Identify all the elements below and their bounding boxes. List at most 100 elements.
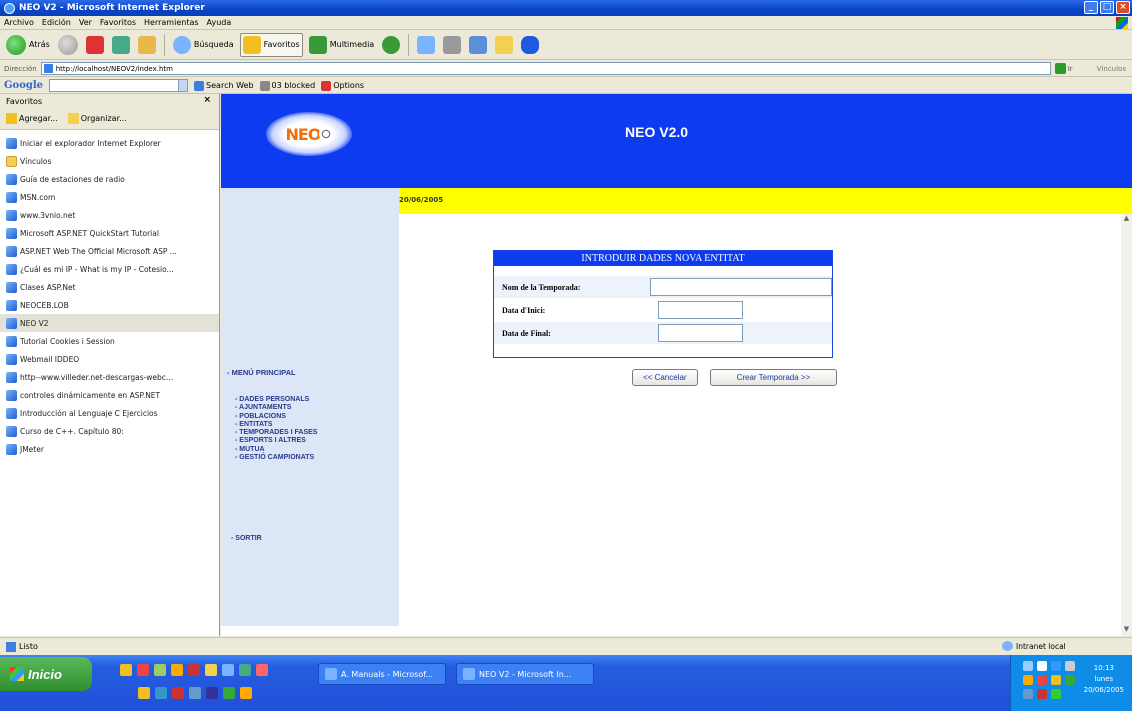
start-button[interactable]: Inicio bbox=[0, 657, 92, 691]
maximize-button[interactable]: □ bbox=[1100, 1, 1114, 14]
menu-ayuda[interactable]: Ayuda bbox=[207, 18, 232, 27]
favorite-item[interactable]: Tutorial Cookies i Session bbox=[0, 332, 219, 350]
quick-launch-icon[interactable] bbox=[205, 664, 217, 676]
favorite-item[interactable]: ASP.NET Web The Official Microsoft ASP .… bbox=[0, 242, 219, 260]
quick-launch-icon[interactable] bbox=[171, 664, 183, 676]
nav-entitats[interactable]: - ENTITATS bbox=[235, 421, 317, 429]
quick-launch-icon[interactable] bbox=[155, 687, 167, 699]
quick-launch-icon[interactable] bbox=[188, 664, 200, 676]
nav-sortir[interactable]: - SORTIR bbox=[231, 535, 262, 542]
nav-dades-personals[interactable]: - DADES PERSONALS bbox=[235, 396, 317, 404]
history-button[interactable] bbox=[380, 33, 402, 57]
favorite-item[interactable]: www.3vnio.net bbox=[0, 206, 219, 224]
quick-launch-icon[interactable] bbox=[189, 687, 201, 699]
organize-favorites-button[interactable]: Organizar... bbox=[67, 113, 127, 124]
nav-main-menu[interactable]: - MENÚ PRINCIPAL bbox=[227, 368, 296, 377]
menu-archivo[interactable]: Archivo bbox=[4, 18, 34, 27]
quick-launch-icon[interactable] bbox=[138, 687, 150, 699]
favorite-item[interactable]: JMeter bbox=[0, 440, 219, 458]
quick-launch-icon[interactable] bbox=[206, 687, 218, 699]
scroll-down-icon[interactable]: ▼ bbox=[1121, 625, 1132, 636]
quick-launch-icon[interactable] bbox=[120, 664, 132, 676]
tray-icon[interactable] bbox=[1023, 675, 1033, 685]
favorites-button[interactable]: Favoritos bbox=[239, 32, 303, 57]
favorite-item[interactable]: controles dinámicamente en ASP.NET bbox=[0, 386, 219, 404]
minimize-button[interactable]: _ bbox=[1084, 1, 1098, 14]
folder-button[interactable] bbox=[493, 33, 515, 57]
favorite-item[interactable]: Clases ASP.Net bbox=[0, 278, 219, 296]
popup-blocked-button[interactable]: 03 blocked bbox=[259, 80, 315, 91]
nav-gestio-campionats[interactable]: - GESTIÓ CAMPIONATS bbox=[235, 454, 317, 462]
favorite-item[interactable]: Microsoft ASP.NET QuickStart Tutorial bbox=[0, 224, 219, 242]
favorite-item[interactable]: http--www.villeder.net-descargas-webc... bbox=[0, 368, 219, 386]
favorite-item[interactable]: NEO V2 bbox=[0, 314, 219, 332]
page-scrollbar[interactable]: ▲ ▼ bbox=[1121, 214, 1132, 636]
tray-icon[interactable] bbox=[1023, 689, 1033, 699]
options-button[interactable]: Options bbox=[321, 80, 364, 91]
tray-icon[interactable] bbox=[1037, 689, 1047, 699]
system-clock[interactable]: 10:13 lunes 20/06/2005 bbox=[1084, 663, 1124, 696]
favorite-item[interactable]: Vínculos bbox=[0, 152, 219, 170]
cancel-button[interactable]: << Cancelar bbox=[632, 369, 698, 386]
home-button[interactable] bbox=[136, 33, 158, 57]
back-button[interactable]: Atrás bbox=[4, 33, 52, 57]
start-date-input[interactable] bbox=[658, 301, 743, 319]
tray-icon[interactable] bbox=[1065, 675, 1075, 685]
tray-icon[interactable] bbox=[1051, 661, 1061, 671]
menu-ver[interactable]: Ver bbox=[79, 18, 92, 27]
tray-icon[interactable] bbox=[1051, 689, 1061, 699]
close-button[interactable]: × bbox=[1116, 1, 1130, 14]
google-search-dropdown[interactable] bbox=[178, 79, 189, 92]
favorite-item[interactable]: ¿Cuál es mi IP - What is my IP - Cotesio… bbox=[0, 260, 219, 278]
quick-launch-icon[interactable] bbox=[239, 664, 251, 676]
taskbar-button-neo[interactable]: NEO V2 - Microsoft In... bbox=[456, 663, 594, 685]
quick-launch-icon[interactable] bbox=[240, 687, 252, 699]
mail-button[interactable] bbox=[415, 33, 437, 57]
create-season-button[interactable]: Crear Temporada >> bbox=[709, 369, 838, 386]
nav-esports-i-altres[interactable]: - ESPORTS I ALTRES bbox=[235, 437, 317, 445]
google-search-input[interactable] bbox=[49, 79, 180, 92]
menu-herramientas[interactable]: Herramientas bbox=[144, 18, 199, 27]
menu-favoritos[interactable]: Favoritos bbox=[100, 18, 136, 27]
bluetooth-button[interactable] bbox=[519, 33, 541, 57]
quick-launch-icon[interactable] bbox=[222, 664, 234, 676]
stop-button[interactable] bbox=[84, 33, 106, 57]
links-button[interactable]: Vínculos bbox=[1097, 65, 1126, 73]
forward-button[interactable] bbox=[56, 33, 80, 57]
tray-icon[interactable] bbox=[1065, 661, 1075, 671]
google-logo[interactable]: Google bbox=[4, 80, 43, 91]
favorite-item[interactable]: Webmail IDDEO bbox=[0, 350, 219, 368]
quick-launch-icon[interactable] bbox=[172, 687, 184, 699]
quick-launch-icon[interactable] bbox=[223, 687, 235, 699]
favorite-item[interactable]: Guía de estaciones de radio bbox=[0, 170, 219, 188]
scroll-up-icon[interactable]: ▲ bbox=[1121, 214, 1132, 225]
nav-temporades-i-fases[interactable]: - TEMPORADES I FASES bbox=[235, 429, 317, 437]
search-button[interactable]: Búsqueda bbox=[171, 33, 236, 57]
tray-icon[interactable] bbox=[1037, 661, 1047, 671]
favorite-item[interactable]: Iniciar el explorador Internet Explorer bbox=[0, 134, 219, 152]
multimedia-button[interactable]: Multimedia bbox=[307, 33, 376, 57]
search-web-button[interactable]: Search Web bbox=[194, 80, 254, 91]
favorite-item[interactable]: Curso de C++. Capítulo 80: bbox=[0, 422, 219, 440]
favorite-item[interactable]: Introducción al Lenguaje C Ejercicios bbox=[0, 404, 219, 422]
taskbar-button-manuals[interactable]: A. Manuals - Microsof... bbox=[318, 663, 446, 685]
window-titlebar[interactable]: NEO V2 - Microsoft Internet Explorer _ □… bbox=[0, 0, 1132, 16]
end-date-input[interactable] bbox=[658, 324, 743, 342]
favorite-item[interactable]: MSN.com bbox=[0, 188, 219, 206]
quick-launch-icon[interactable] bbox=[137, 664, 149, 676]
close-favorites-button[interactable]: × bbox=[203, 95, 211, 105]
nav-mutua[interactable]: - MUTUA bbox=[235, 446, 317, 454]
season-name-input[interactable] bbox=[650, 278, 832, 296]
print-button[interactable] bbox=[441, 33, 463, 57]
quick-launch-icon[interactable] bbox=[256, 664, 268, 676]
add-favorite-button[interactable]: Agregar... bbox=[6, 113, 58, 124]
edit-button[interactable] bbox=[467, 33, 489, 57]
address-input[interactable]: http://localhost/NEOV2/index.htm bbox=[40, 62, 1051, 75]
nav-poblacions[interactable]: - POBLACIONS bbox=[235, 413, 317, 421]
quick-launch-icon[interactable] bbox=[154, 664, 166, 676]
refresh-button[interactable] bbox=[110, 33, 132, 57]
go-button[interactable]: Ir bbox=[1054, 63, 1073, 74]
menu-edicion[interactable]: Edición bbox=[42, 18, 71, 27]
tray-icon[interactable] bbox=[1051, 675, 1061, 685]
tray-icon[interactable] bbox=[1037, 675, 1047, 685]
